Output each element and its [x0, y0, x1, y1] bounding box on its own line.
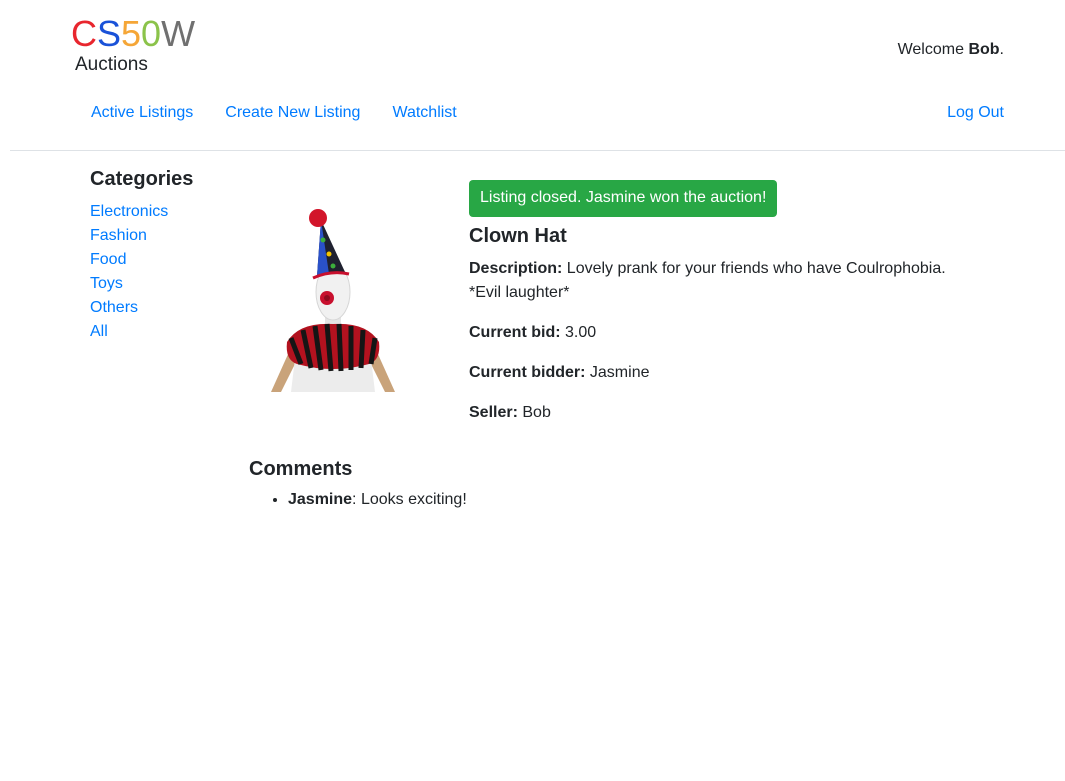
category-link-all[interactable]: All: [90, 320, 230, 344]
nav-create-listing[interactable]: Create New Listing: [209, 102, 376, 124]
listing-description: Description: Lovely prank for your frien…: [469, 257, 1029, 305]
header-divider: [10, 150, 1065, 151]
listing-details: Listing closed. Jasmine won the auction!…: [469, 180, 1029, 441]
logo-wordmark: CS50W: [71, 14, 195, 54]
nav-active-listings[interactable]: Active Listings: [75, 102, 209, 124]
site-logo[interactable]: CS50W Auctions: [71, 14, 195, 76]
current-bidder-value: Jasmine: [589, 364, 650, 381]
category-link-fashion[interactable]: Fashion: [90, 224, 230, 248]
page: CS50W Auctions Welcome Bob. Active Listi…: [0, 0, 1065, 781]
logout-link[interactable]: Log Out: [947, 102, 1004, 124]
main-nav: Active Listings Create New Listing Watch…: [75, 102, 473, 124]
comment-text: : Looks exciting!: [352, 491, 467, 508]
category-link-others[interactable]: Others: [90, 296, 230, 320]
categories-heading: Categories: [90, 168, 194, 190]
category-link-toys[interactable]: Toys: [90, 272, 230, 296]
comments-heading: Comments: [249, 458, 353, 480]
seller-value: Bob: [522, 404, 551, 421]
description-text-line2: *Evil laughter*: [469, 284, 570, 301]
categories-sidebar: Categories Electronics Fashion Food Toys…: [90, 166, 230, 344]
seller-label: Seller:: [469, 404, 518, 421]
logo-letter: S: [97, 13, 122, 54]
comment-item: Jasmine: Looks exciting!: [288, 488, 949, 512]
username: Bob: [968, 41, 1000, 58]
logo-letter: W: [161, 13, 196, 54]
listing-closed-alert: Listing closed. Jasmine won the auction!: [469, 180, 778, 217]
nav-watchlist[interactable]: Watchlist: [376, 102, 472, 124]
category-link-electronics[interactable]: Electronics: [90, 200, 230, 224]
seller: Seller: Bob: [469, 401, 1029, 425]
current-bidder: Current bidder: Jasmine: [469, 361, 1029, 385]
logo-letter: 0: [141, 13, 162, 54]
logo-subtitle: Auctions: [75, 54, 148, 75]
welcome-prefix: Welcome: [897, 41, 969, 58]
comment-author: Jasmine: [288, 491, 353, 508]
welcome-message: Welcome Bob.: [898, 40, 1004, 60]
comments-section: Comments Jasmine: Looks exciting!: [249, 456, 949, 512]
comments-list: Jasmine: Looks exciting!: [249, 488, 949, 512]
description-text: Lovely prank for your friends who have C…: [566, 260, 946, 277]
current-bid: Current bid: 3.00: [469, 321, 1029, 345]
listing-image: [271, 209, 395, 392]
listing-title: Clown Hat: [469, 225, 567, 247]
current-bid-label: Current bid:: [469, 324, 561, 341]
logo-letter: 5: [121, 13, 142, 54]
category-link-food[interactable]: Food: [90, 248, 230, 272]
current-bid-value: 3.00: [565, 324, 597, 341]
logo-letter: C: [71, 13, 97, 54]
welcome-suffix: .: [999, 41, 1004, 58]
current-bidder-label: Current bidder:: [469, 364, 586, 381]
description-label: Description:: [469, 260, 563, 277]
